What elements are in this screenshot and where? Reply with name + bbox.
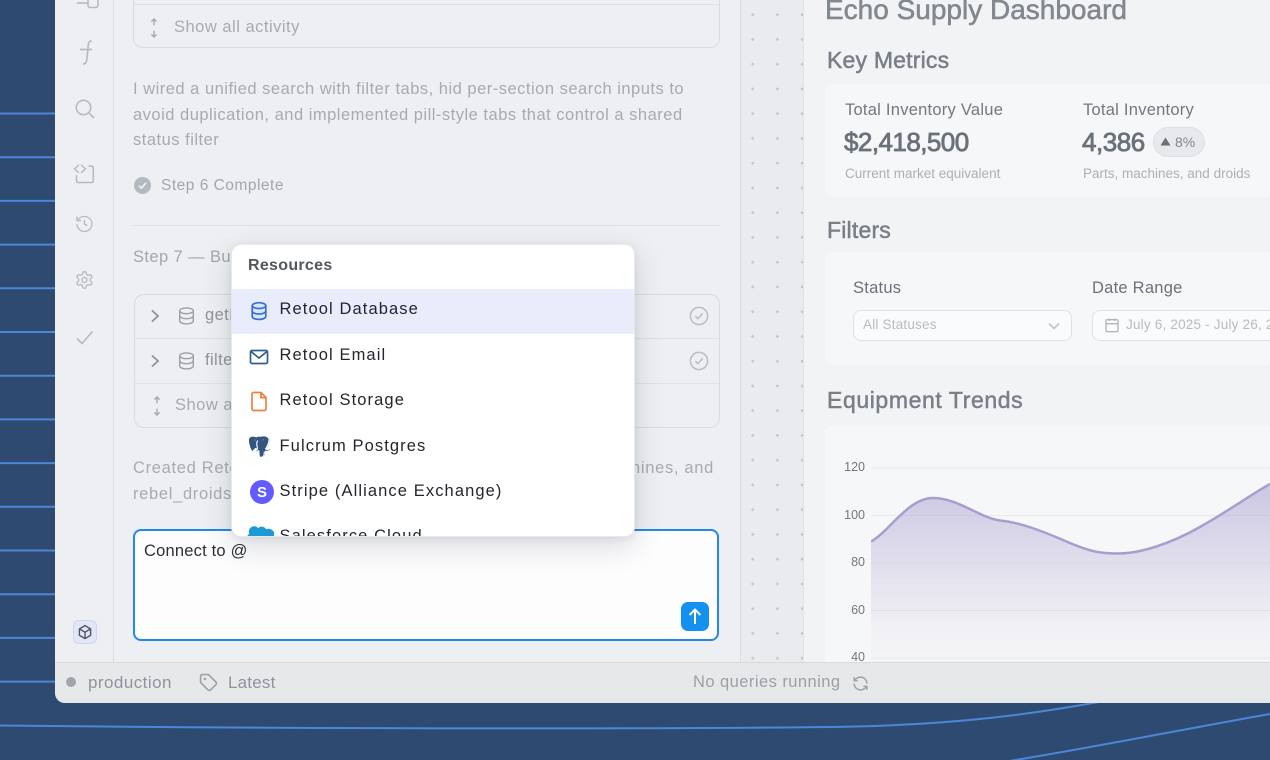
svg-text:S: S: [256, 484, 266, 501]
